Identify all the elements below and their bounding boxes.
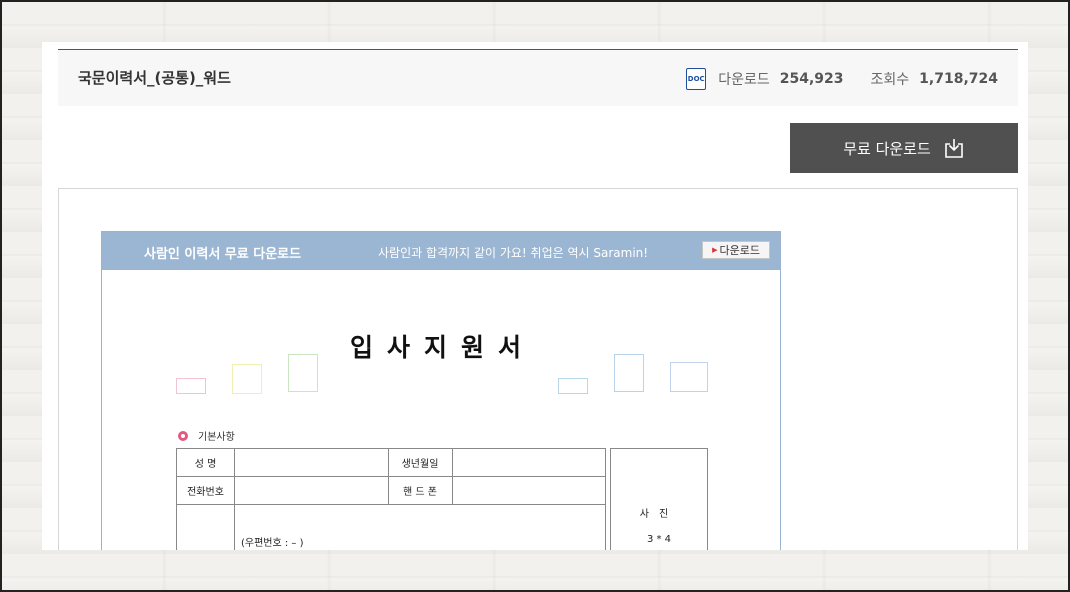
section-label: 기본사항 xyxy=(198,432,235,443)
banner-title: 사람인 이력서 무료 다운로드 xyxy=(144,247,302,262)
table-cell-value xyxy=(451,476,606,505)
resume-document: 사람인 이력서 무료 다운로드 사람인과 합격까지 같이 가요! 취업은 역시 … xyxy=(101,231,781,550)
table-cell-value xyxy=(451,448,606,477)
table-cell-label: 전화번호 xyxy=(176,476,235,505)
decor-box xyxy=(614,354,644,392)
decor-box xyxy=(558,378,588,394)
content-card: 국문이력서_(공통)_워드 DOC 다운로드 254,923 조회수 1,718… xyxy=(42,42,1028,550)
views-count: 1,718,724 xyxy=(919,71,998,87)
table-row: 주 소 (우편번호 : – ) xyxy=(176,504,606,550)
table-cell-label: 핸 드 폰 xyxy=(387,476,453,505)
free-download-label: 무료 다운로드 xyxy=(843,139,931,158)
decor-box xyxy=(232,364,262,394)
document-stats: DOC 다운로드 254,923 조회수 1,718,724 xyxy=(686,68,998,90)
section-heading: 기본사항 xyxy=(178,428,235,443)
bullet-icon xyxy=(178,430,188,441)
doc-file-icon: DOC xyxy=(686,68,707,90)
download-count-label: 다운로드 xyxy=(718,72,770,88)
banner-download-label: 다운로드 xyxy=(719,244,760,257)
table-cell-label: 생년월일 xyxy=(387,448,453,477)
decor-box xyxy=(670,362,708,392)
photo-size: 3 * 4 xyxy=(646,534,672,545)
photo-box: 사진 3 * 4 xyxy=(610,448,708,550)
table-cell-value xyxy=(234,448,389,477)
free-download-button[interactable]: 무료 다운로드 xyxy=(790,123,1018,173)
resume-preview-frame: 사람인 이력서 무료 다운로드 사람인과 합격까지 같이 가요! 취업은 역시 … xyxy=(58,188,1018,550)
play-arrow-icon: ▶ xyxy=(712,246,718,254)
decor-box xyxy=(176,378,206,394)
document-info-bar: 국문이력서_(공통)_워드 DOC 다운로드 254,923 조회수 1,718… xyxy=(58,49,1018,106)
table-row: 전화번호 핸 드 폰 xyxy=(176,476,606,505)
table-cell-label: 주 소 xyxy=(176,504,235,550)
saramin-banner: 사람인 이력서 무료 다운로드 사람인과 합격까지 같이 가요! 취업은 역시 … xyxy=(102,232,780,270)
table-cell-value xyxy=(234,476,389,505)
photo-label: 사진 xyxy=(639,509,679,520)
views-count-label: 조회수 xyxy=(870,72,910,88)
download-icon xyxy=(944,139,963,158)
download-count: 254,923 xyxy=(779,71,844,87)
table-row: 성 명 생년월일 xyxy=(176,448,606,477)
decor-box xyxy=(288,354,318,392)
table-cell-value: (우편번호 : – ) xyxy=(234,504,606,550)
banner-download-button[interactable]: ▶ 다운로드 xyxy=(702,241,770,259)
banner-slogan: 사람인과 합격까지 같이 가요! 취업은 역시 Saramin! xyxy=(378,246,649,260)
document-title: 국문이력서_(공통)_워드 xyxy=(78,69,231,87)
form-title: 입사지원서 xyxy=(350,333,536,362)
table-cell-label: 성 명 xyxy=(176,448,235,477)
basic-info-table: 성 명 생년월일 전화번호 핸 드 폰 주 소 (우편번호 : – ) xyxy=(176,448,606,550)
